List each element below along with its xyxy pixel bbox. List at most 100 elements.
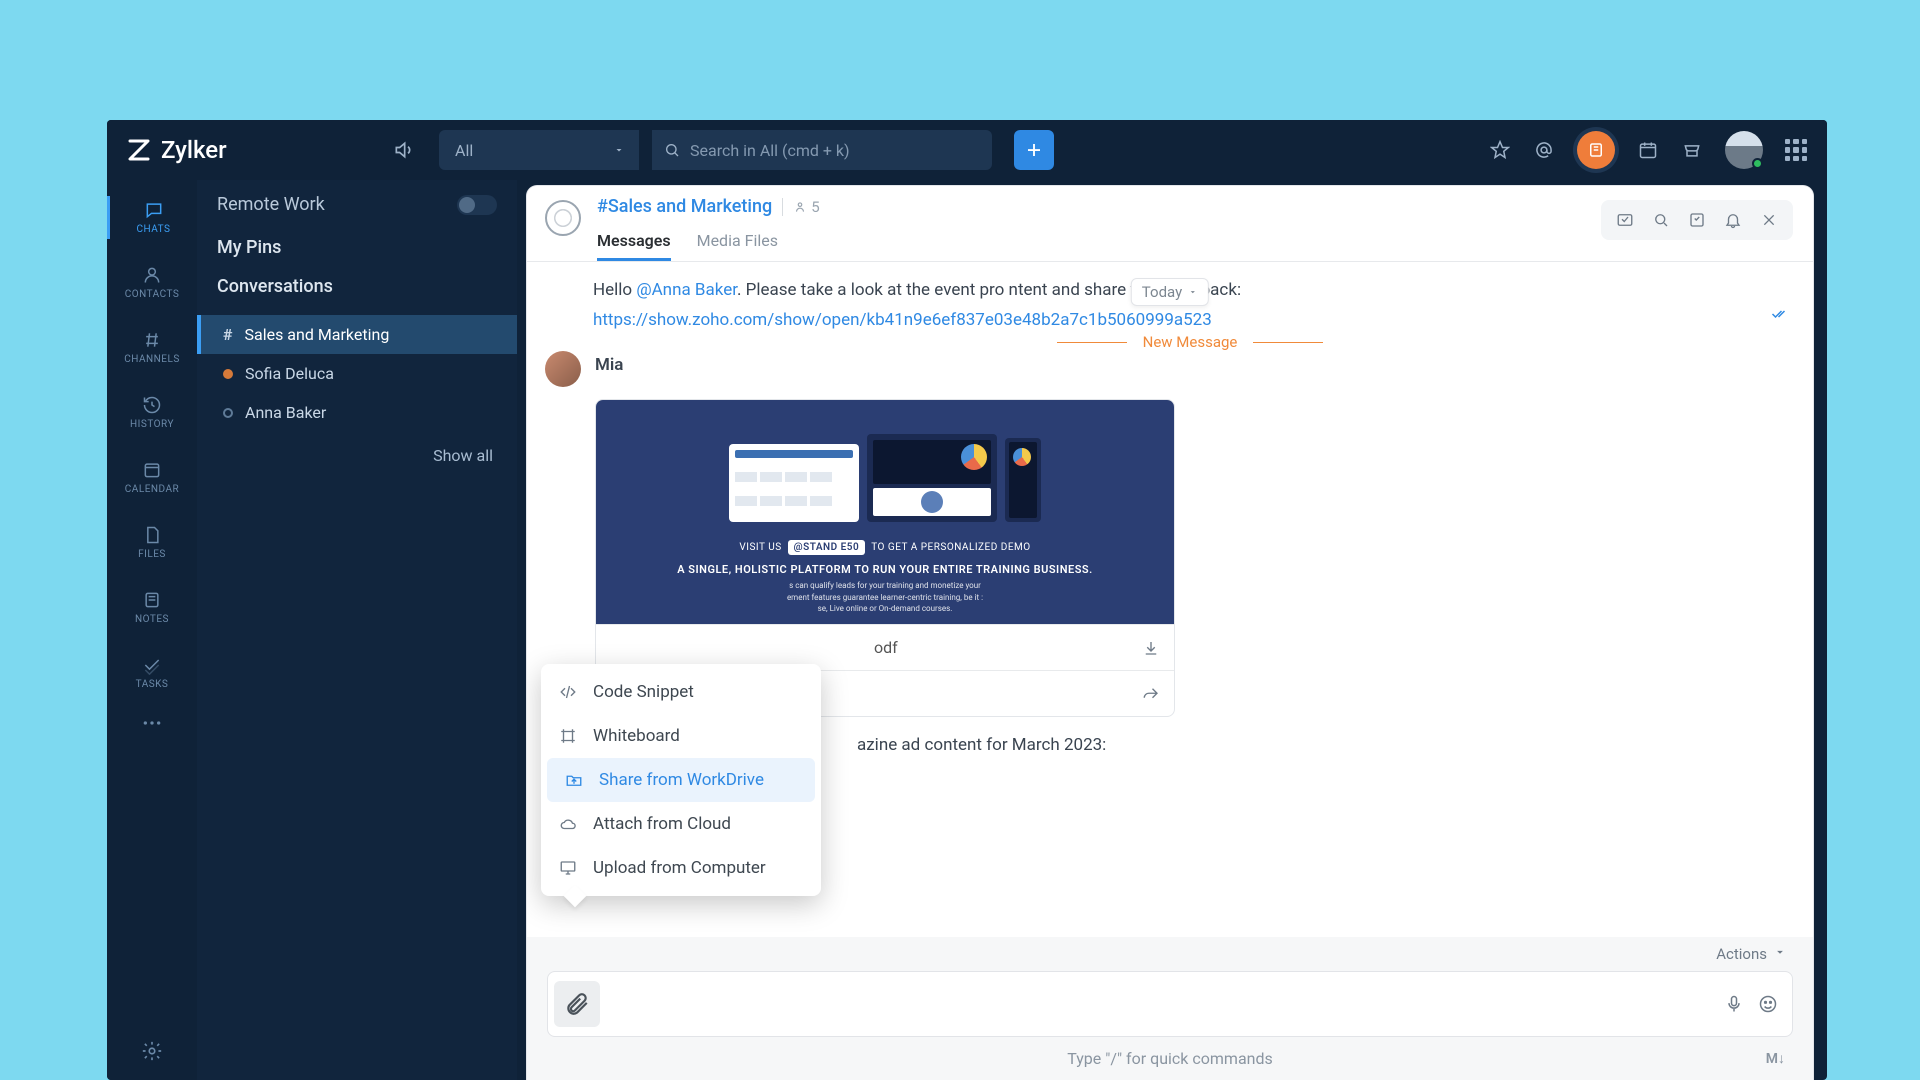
settings-button[interactable] <box>141 1040 163 1062</box>
notifications-icon[interactable] <box>1719 206 1747 234</box>
header-actions <box>1601 200 1793 240</box>
conversation-list: # Sales and Marketing Sofia Deluca Anna … <box>197 315 517 432</box>
brand: Zylker <box>127 136 377 164</box>
forward-icon[interactable] <box>1142 685 1160 703</box>
rail-tasks[interactable]: TASKS <box>107 651 197 694</box>
preview-devices-graphic <box>729 434 1041 522</box>
message-input[interactable] <box>547 971 1793 1037</box>
markdown-toggle[interactable]: M↓ <box>1766 1050 1785 1067</box>
menu-code-snippet[interactable]: Code Snippet <box>541 670 821 714</box>
rail-label: FILES <box>107 549 197 560</box>
menu-upload-computer[interactable]: Upload from Computer <box>541 846 821 890</box>
search-placeholder: Search in All (cmd + k) <box>690 141 850 160</box>
hash-icon: # <box>223 325 232 344</box>
download-icon[interactable] <box>1142 639 1160 657</box>
chat-panel: #Sales and Marketing 5 Messages Media Fi… <box>527 186 1813 1080</box>
nav-rail: CHATS CONTACTS CHANNELS HISTORY CALENDAR… <box>107 180 197 1080</box>
conversation-item-sales[interactable]: # Sales and Marketing <box>197 315 517 354</box>
chat-header: #Sales and Marketing 5 Messages Media Fi… <box>527 186 1813 262</box>
menu-attach-cloud[interactable]: Attach from Cloud <box>541 802 821 846</box>
sound-icon[interactable] <box>389 140 417 160</box>
topbar-actions <box>1489 131 1807 169</box>
conversations-title[interactable]: Conversations <box>197 276 517 297</box>
chevron-down-icon <box>1188 287 1198 297</box>
menu-whiteboard[interactable]: Whiteboard <box>541 714 821 758</box>
folder-share-icon <box>565 771 585 789</box>
cloud-icon <box>559 815 579 833</box>
more-icon <box>107 720 197 726</box>
topbar: Zylker All Search in All (cmd + k) <box>107 120 1827 180</box>
member-count[interactable]: 5 <box>782 198 819 216</box>
conversation-label: Sofia Deluca <box>245 364 334 383</box>
show-all-link[interactable]: Show all <box>197 432 517 479</box>
monitor-icon <box>559 859 579 877</box>
sender-name: Mia <box>595 355 623 387</box>
attach-button[interactable] <box>554 981 600 1027</box>
rail-channels[interactable]: CHANNELS <box>107 326 197 369</box>
file-icon <box>107 525 197 545</box>
rail-chats[interactable]: CHATS <box>107 196 197 239</box>
calendar-icon <box>107 460 197 480</box>
remote-work-label: Remote Work <box>217 194 325 215</box>
rail-files[interactable]: FILES <box>107 521 197 564</box>
divider-line <box>1057 342 1127 343</box>
mic-icon[interactable] <box>1724 994 1744 1014</box>
brand-logo-icon <box>127 138 151 162</box>
attach-menu: Code Snippet Whiteboard Share from WorkD… <box>541 664 821 896</box>
scope-filter-dropdown[interactable]: All <box>439 130 639 170</box>
app-launcher-icon[interactable] <box>1785 139 1807 161</box>
tab-messages[interactable]: Messages <box>597 223 671 261</box>
chat-icon <box>110 200 197 220</box>
actions-dropdown[interactable]: Actions <box>547 937 1793 971</box>
rail-label: NOTES <box>107 614 197 625</box>
rail-more[interactable] <box>107 716 197 730</box>
channel-avatar[interactable] <box>545 200 581 236</box>
search-in-chat-icon[interactable] <box>1647 206 1675 234</box>
rail-history[interactable]: HISTORY <box>107 391 197 434</box>
sender-avatar[interactable] <box>545 351 581 387</box>
presence-dot-icon <box>1752 158 1763 169</box>
secondary-sidebar: Remote Work My Pins Conversations # Sale… <box>197 180 517 1080</box>
calendar-icon[interactable] <box>1637 139 1659 161</box>
rail-calendar[interactable]: CALENDAR <box>107 456 197 499</box>
divider-line <box>1253 342 1323 343</box>
conversation-item-sofia[interactable]: Sofia Deluca <box>197 354 517 393</box>
quick-commands-hint: Type "/" for quick commands M↓ <box>547 1037 1793 1080</box>
message-link[interactable]: https://show.zoho.com/show/open/kb41n9e6… <box>593 308 1787 334</box>
search-input[interactable]: Search in All (cmd + k) <box>652 130 992 170</box>
bookmark-icon[interactable] <box>1683 206 1711 234</box>
mentions-icon[interactable] <box>1533 139 1555 161</box>
rail-contacts[interactable]: CONTACTS <box>107 261 197 304</box>
menu-share-workdrive[interactable]: Share from WorkDrive <box>547 758 815 802</box>
date-pill[interactable]: Today <box>1131 278 1209 306</box>
rail-label: HISTORY <box>107 419 197 430</box>
remote-work-toggle[interactable] <box>457 195 497 215</box>
brand-name: Zylker <box>161 136 227 164</box>
rail-label: CHANNELS <box>107 354 197 365</box>
tab-media[interactable]: Media Files <box>697 223 778 261</box>
conversation-item-anna[interactable]: Anna Baker <box>197 393 517 432</box>
my-pins-title[interactable]: My Pins <box>197 237 517 258</box>
emoji-icon[interactable] <box>1758 994 1778 1014</box>
add-button[interactable] <box>1014 130 1054 170</box>
message-block: Mia <box>545 351 1787 387</box>
rail-notes[interactable]: NOTES <box>107 586 197 629</box>
attachment-preview: VISIT US @STAND E50 TO GET A PERSONALIZE… <box>596 400 1174 624</box>
org-badge[interactable] <box>1577 131 1615 169</box>
people-icon <box>793 200 807 214</box>
user-avatar[interactable] <box>1725 131 1763 169</box>
app-window: Zylker All Search in All (cmd + k) <box>107 120 1827 1080</box>
new-message-divider: New Message <box>1143 333 1238 351</box>
store-icon[interactable] <box>1681 139 1703 161</box>
frame-icon <box>559 727 579 745</box>
reply-panel-icon[interactable] <box>1611 206 1639 234</box>
history-icon <box>107 395 197 415</box>
person-icon <box>107 265 197 285</box>
channel-title[interactable]: #Sales and Marketing <box>597 196 772 217</box>
rail-label: TASKS <box>107 679 197 690</box>
close-icon[interactable] <box>1755 206 1783 234</box>
star-icon[interactable] <box>1489 139 1511 161</box>
search-icon <box>664 142 680 158</box>
rail-label: CHATS <box>110 224 197 235</box>
mention-link[interactable]: @Anna Baker <box>636 280 737 300</box>
